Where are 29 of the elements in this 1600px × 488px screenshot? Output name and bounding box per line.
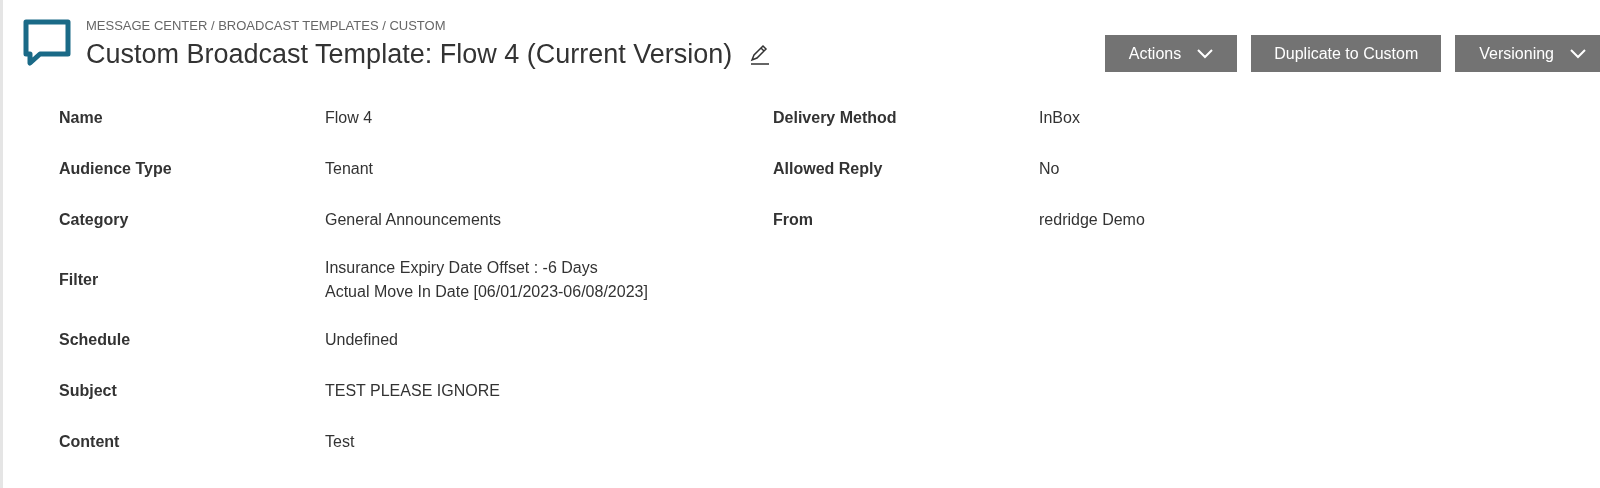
action-button[interactable]: Duplicate to Custom [1251,35,1442,72]
chevron-down-icon [1570,48,1586,59]
field-value: InBox [1039,107,1080,128]
field-label: From [773,209,814,230]
field-value: No [1039,158,1060,179]
field-value: Undefined [325,329,398,350]
field-value: TEST PLEASE IGNORE [325,380,500,401]
field-label: Subject [59,380,118,401]
dropdown-button[interactable]: Actions [1104,35,1238,72]
dropdown-button[interactable]: Versioning [1455,35,1600,72]
field-value: Test [325,431,355,452]
field-value: Actual Move In Date [06/01/2023-06/08/2023] [325,281,648,302]
chevron-down-icon [1197,48,1214,59]
field-value: Tenant [325,158,374,179]
field-label: Delivery Method [773,107,898,128]
field-value: Flow 4 [325,107,373,128]
chat-bubble-icon [22,19,72,67]
field-label: Content [59,431,121,452]
field-label: Audience Type [59,158,173,179]
field-value: redridge Demo [1039,209,1145,230]
field-label: Filter [59,269,100,290]
field-value: Insurance Expiry Date Offset : -6 Days [325,257,599,278]
breadcrumb: MESSAGE CENTER / BROADCAST TEMPLATES / CUSTOM [86,17,447,35]
page-title: Custom Broadcast Template: Flow 4 (Current Version) [86,37,733,71]
field-label: Name [59,107,104,128]
field-label: Category [59,209,130,230]
field-value: General Announcements [325,209,502,230]
field-label: Allowed Reply [773,158,884,179]
field-label: Schedule [59,329,132,350]
